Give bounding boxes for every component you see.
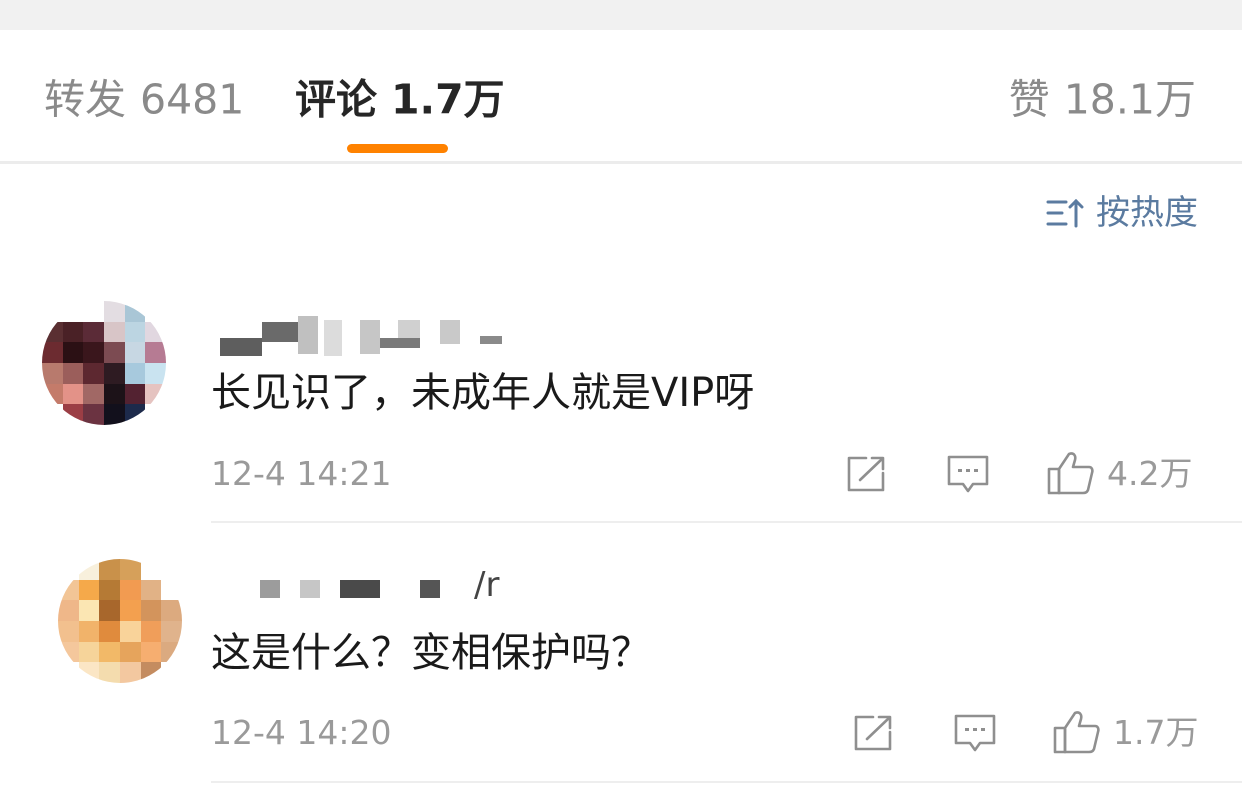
reply-button[interactable]: [947, 455, 989, 495]
share-button[interactable]: [853, 714, 895, 752]
username-visible-part: /r: [474, 565, 500, 605]
share-icon: [847, 456, 885, 492]
comment-icon: [947, 455, 989, 493]
comment-icon: [954, 714, 996, 752]
tab-bar: 转发 6481 评论 1.7万 赞 18.1万: [0, 30, 1242, 162]
username-redacted[interactable]: [220, 316, 520, 356]
tab-forward[interactable]: 转发 6481: [44, 79, 244, 121]
tab-comment[interactable]: 评论 1.7万: [295, 79, 505, 121]
sort-icon: [1046, 198, 1084, 228]
avatar-pixelated: [42, 301, 166, 425]
comment-divider: [211, 781, 1242, 783]
tab-like-count: 18.1万: [1063, 75, 1196, 124]
tab-like-label: 赞: [1008, 75, 1050, 124]
avatar[interactable]: [58, 559, 182, 683]
comment-divider: [211, 521, 1242, 523]
thumbs-up-icon: [1053, 711, 1100, 754]
comment-text: 这是什么？变相保护吗？: [211, 630, 651, 676]
tab-forward-label: 转发: [44, 75, 126, 124]
comment-text: 长见识了，未成年人就是VIP呀: [211, 370, 755, 416]
avatar[interactable]: [42, 301, 166, 425]
like-button[interactable]: 1.7万: [1053, 709, 1198, 755]
tab-like[interactable]: 赞 18.1万: [1009, 79, 1196, 121]
sort-label: 按热度: [1096, 193, 1198, 233]
reply-button[interactable]: [954, 714, 996, 754]
tab-comment-label: 评论: [295, 75, 377, 124]
active-tab-indicator: [347, 144, 448, 153]
tab-bar-divider: [0, 161, 1242, 164]
share-button[interactable]: [846, 455, 888, 493]
comment-timestamp: 12-4 14:20: [211, 713, 392, 752]
share-icon: [854, 715, 892, 751]
status-bar: [0, 0, 1242, 30]
username-redacted[interactable]: /r: [220, 568, 520, 608]
like-button[interactable]: 4.2万: [1047, 450, 1192, 496]
like-count: 4.2万: [1107, 453, 1193, 493]
like-count: 1.7万: [1113, 712, 1199, 752]
avatar-pixelated: [58, 559, 182, 683]
comment-timestamp: 12-4 14:21: [211, 454, 392, 493]
tab-forward-count: 6481: [140, 75, 245, 124]
sort-button[interactable]: 按热度: [1046, 196, 1198, 230]
tab-comment-count: 1.7万: [391, 75, 505, 124]
thumbs-up-icon: [1047, 452, 1094, 495]
